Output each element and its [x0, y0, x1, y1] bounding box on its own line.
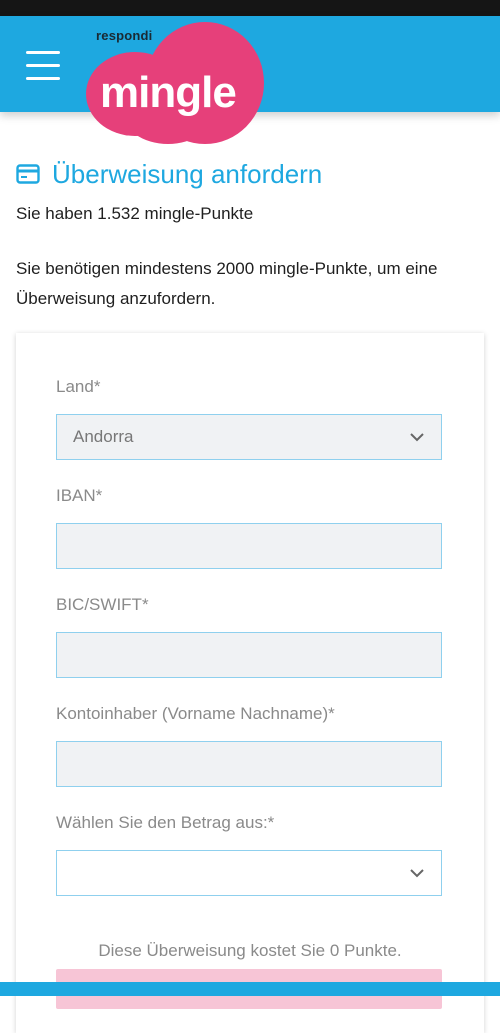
- country-select[interactable]: Andorra: [56, 414, 442, 460]
- points-balance-text: Sie haben 1.532 mingle-Punkte: [16, 204, 254, 223]
- amount-label: Wählen Sie den Betrag aus:*: [56, 813, 275, 832]
- chevron-down-icon: [410, 869, 424, 878]
- bottom-bar: [0, 982, 500, 996]
- iban-input[interactable]: [56, 523, 442, 569]
- bic-input[interactable]: [56, 632, 442, 678]
- account-holder-label: Kontoinhaber (Vorname Nachname)*: [56, 704, 335, 723]
- chevron-down-icon: [410, 433, 424, 442]
- page-title-text: Überweisung anfordern: [52, 159, 323, 189]
- page-title: Überweisung anfordern: [16, 156, 322, 192]
- country-label: Land*: [56, 377, 101, 396]
- country-select-value: Andorra: [73, 427, 134, 446]
- cost-note: Diese Überweisung kostet Sie 0 Punkte.: [98, 941, 402, 960]
- menu-button[interactable]: [20, 46, 64, 86]
- hamburger-menu-icon: [26, 51, 60, 54]
- amount-select[interactable]: [56, 850, 442, 896]
- transfer-form: Land* Andorra IBAN* BIC/SWIFT* Kontoinha…: [16, 333, 484, 1033]
- iban-label: IBAN*: [56, 486, 103, 505]
- mingle-logo[interactable]: respondi mingle: [86, 22, 266, 146]
- credit-card-icon: [16, 164, 40, 184]
- bic-label: BIC/SWIFT*: [56, 595, 149, 614]
- requirement-text: Sie benötigen mindestens 2000 mingle-Pun…: [16, 259, 438, 308]
- logo-wordmark: mingle: [100, 68, 237, 117]
- status-bar: [0, 0, 500, 16]
- account-holder-input[interactable]: [56, 741, 442, 787]
- logo-tagline: respondi: [96, 28, 153, 43]
